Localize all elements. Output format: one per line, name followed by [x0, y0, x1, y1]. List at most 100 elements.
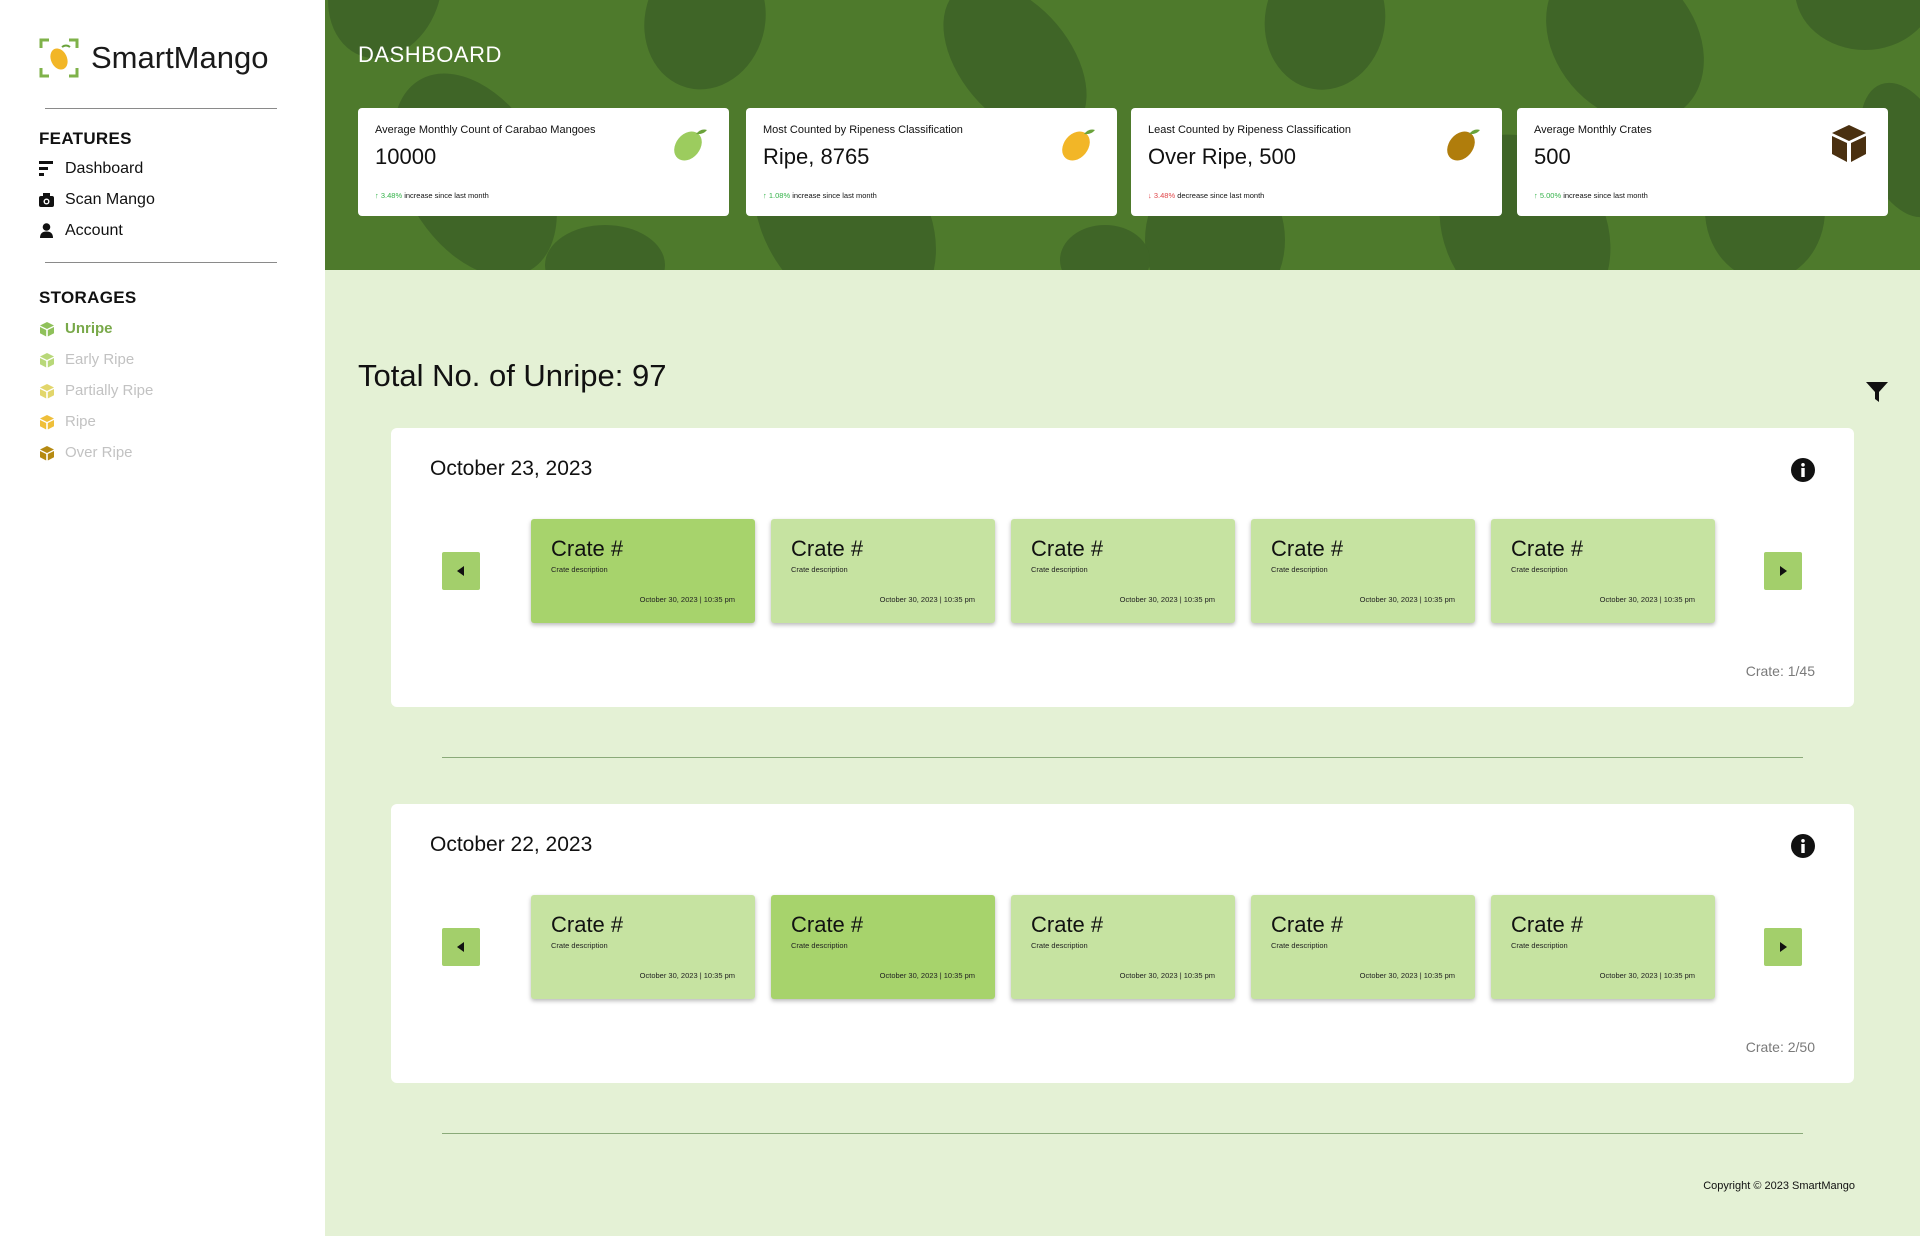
crate-description: Crate description	[1271, 565, 1328, 574]
crate-date: October 30, 2023 | 10:35 pm	[1119, 595, 1215, 604]
crate-count: Crate: 2/50	[1745, 1039, 1815, 1055]
sidebar-item-storage-unripe[interactable]: Unripe	[39, 313, 153, 344]
stat-trend: ↑ 3.48% increase since last month	[375, 191, 489, 200]
box-top	[40, 414, 54, 422]
crate-title: Crate #	[551, 536, 624, 561]
features-title: FEATURES	[39, 129, 132, 148]
box-top	[40, 321, 54, 329]
storage-box-icon	[40, 445, 54, 460]
crate-description: Crate description	[551, 565, 608, 574]
sidebar-item-storage-early-ripe[interactable]: Early Ripe	[39, 344, 153, 375]
crate-title: Crate #	[1031, 536, 1104, 561]
carousel-prev-button[interactable]	[442, 928, 480, 966]
box-left	[40, 357, 47, 367]
crate-card[interactable]: Crate # Crate description October 30, 2023…	[771, 519, 995, 623]
stat-trend: ↓ 3.48% decrease since last month	[1148, 191, 1265, 200]
smartmango-logo-icon	[39, 38, 79, 78]
box-right	[47, 419, 54, 429]
storage-box-icon	[40, 383, 54, 398]
trend-down-value: ↓ 3.48%	[1148, 191, 1176, 200]
storages-title: STORAGES	[39, 288, 137, 307]
crate-title: Crate #	[551, 912, 624, 937]
storage-box-icon	[40, 352, 54, 367]
storages-nav: Unripe Early Ripe Partially Ripe Ripe Over R…	[39, 313, 153, 468]
filter-icon[interactable]	[1865, 380, 1889, 404]
day-panel: October 23, 2023 Crate # Crate description…	[391, 428, 1854, 707]
crate-date: October 30, 2023 | 10:35 pm	[1599, 595, 1695, 604]
total-unripe-title: Total No. of Unripe: 97	[358, 358, 667, 393]
sidebar-item-label: Dashboard	[65, 159, 144, 177]
sidebar-item-dashboard[interactable]: Dashboard	[39, 153, 155, 184]
day-date: October 22, 2023	[430, 833, 593, 856]
crate-title: Crate #	[1031, 912, 1104, 937]
stat-card-most-counted: Most Counted by Ripeness Classification …	[746, 108, 1117, 216]
info-icon[interactable]	[1791, 834, 1815, 858]
crate-title: Crate #	[1511, 536, 1584, 561]
day-date: October 23, 2023	[430, 457, 593, 480]
storage-box-icon	[40, 321, 54, 336]
crate-card[interactable]: Crate # Crate description October 30, 2023…	[1491, 519, 1715, 623]
crate-card[interactable]: Crate # Crate description October 30, 2023…	[531, 519, 755, 623]
crate-title: Crate #	[1271, 536, 1344, 561]
sidebar-item-label: Early Ripe	[65, 351, 135, 368]
carousel-next-button[interactable]	[1764, 928, 1802, 966]
sidebar-item-storage-ripe[interactable]: Ripe	[39, 406, 153, 437]
crate-date: October 30, 2023 | 10:35 pm	[1359, 595, 1455, 604]
stat-value: Ripe, 8765	[763, 144, 870, 169]
camera-icon	[39, 192, 54, 208]
mango-ripe-icon	[1062, 129, 1095, 161]
caret-right-icon	[1780, 566, 1787, 576]
section-divider	[442, 1133, 1803, 1134]
sidebar-item-label: Scan Mango	[65, 190, 155, 208]
crate-date: October 30, 2023 | 10:35 pm	[1599, 971, 1695, 980]
crate-card[interactable]: Crate # Crate description October 30, 2023…	[1011, 895, 1235, 999]
brand[interactable]: SmartMango	[39, 38, 268, 78]
stat-label: Most Counted by Ripeness Classification	[763, 124, 963, 136]
trend-up-value: ↑ 1.08%	[763, 191, 791, 200]
crate-date: October 30, 2023 | 10:35 pm	[639, 595, 735, 604]
crate-card[interactable]: Crate # Crate description October 30, 2023…	[531, 895, 755, 999]
crate-description: Crate description	[791, 941, 848, 950]
crate-card[interactable]: Crate # Crate description October 30, 2023…	[771, 895, 995, 999]
box-right	[47, 450, 54, 460]
sidebar: SmartMango FEATURES Dashboard Scan Mango…	[0, 0, 325, 1236]
carousel-prev-button[interactable]	[442, 552, 480, 590]
crate-description: Crate description	[1271, 941, 1328, 950]
caret-left-icon	[457, 566, 464, 576]
sidebar-item-label: Unripe	[65, 320, 113, 337]
stat-label: Average Monthly Count of Carabao Mangoes	[375, 124, 596, 136]
stat-value: Over Ripe, 500	[1148, 144, 1296, 169]
crate-date: October 30, 2023 | 10:35 pm	[1119, 971, 1215, 980]
sidebar-divider	[45, 262, 277, 263]
carousel-next-button[interactable]	[1764, 552, 1802, 590]
box-left	[40, 388, 47, 398]
crate-box-icon	[1832, 125, 1866, 162]
crate-title: Crate #	[1271, 912, 1344, 937]
sidebar-item-storage-over-ripe[interactable]: Over Ripe	[39, 437, 153, 468]
trend-up-value: ↑ 3.48%	[375, 191, 403, 200]
crate-card[interactable]: Crate # Crate description October 30, 2023…	[1251, 895, 1475, 999]
dashboard-header: DASHBOARD Average Monthly Count of Carab…	[325, 0, 1920, 270]
sidebar-item-label: Account	[65, 221, 123, 239]
crate-date: October 30, 2023 | 10:35 pm	[879, 595, 975, 604]
crate-date: October 30, 2023 | 10:35 pm	[639, 971, 735, 980]
box-top	[40, 352, 54, 360]
sidebar-item-label: Partially Ripe	[65, 382, 154, 399]
crate-date: October 30, 2023 | 10:35 pm	[879, 971, 975, 980]
crate-description: Crate description	[1031, 565, 1088, 574]
sidebar-item-storage-partially-ripe[interactable]: Partially Ripe	[39, 375, 153, 406]
box-right	[47, 388, 54, 398]
mango-unripe-icon	[674, 129, 707, 161]
sidebar-item-account[interactable]: Account	[39, 215, 155, 246]
day-panel: October 22, 2023 Crate # Crate description…	[391, 804, 1854, 1083]
stat-trend: ↑ 1.08% increase since last month	[763, 191, 877, 200]
page-title: DASHBOARD	[358, 42, 502, 67]
crate-card[interactable]: Crate # Crate description October 30, 2023…	[1251, 519, 1475, 623]
storage-box-icon	[40, 414, 54, 429]
box-top	[40, 383, 54, 391]
info-icon[interactable]	[1791, 458, 1815, 482]
stat-trend: ↑ 5.00% increase since last month	[1534, 191, 1648, 200]
crate-card[interactable]: Crate # Crate description October 30, 2023…	[1011, 519, 1235, 623]
crate-card[interactable]: Crate # Crate description October 30, 2023…	[1491, 895, 1715, 999]
sidebar-item-scan-mango[interactable]: Scan Mango	[39, 184, 155, 215]
